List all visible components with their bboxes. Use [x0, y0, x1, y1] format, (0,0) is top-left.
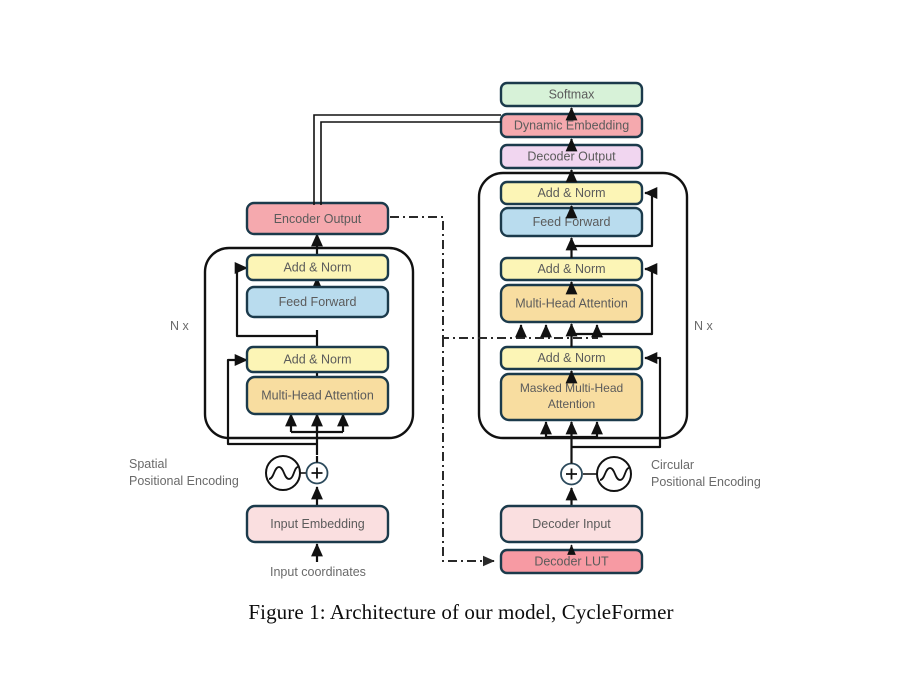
- encoder-output-to-decoder-lut-dashed: [442, 338, 495, 567]
- encoder-add-norm-top-label: Add & Norm: [283, 260, 351, 274]
- decoder-add-norm-bottom-label: Add & Norm: [537, 351, 605, 365]
- softmax-label: Softmax: [549, 87, 596, 101]
- spatial-positional-encoding-label-line2: Positional Encoding: [129, 474, 239, 488]
- encoder-repeat-label: N x: [170, 319, 190, 333]
- decoder-lut-label: Decoder LUT: [534, 554, 609, 568]
- decoder-masked-attention-label-line1: Masked Multi-Head: [520, 381, 623, 395]
- spatial-positional-encoding-icon: [265, 455, 301, 491]
- figure-container: Encoder Output Add & Norm Feed Forward A…: [0, 0, 922, 676]
- decoder-repeat-label: N x: [694, 319, 714, 333]
- spatial-positional-encoding-label-line1: Spatial: [129, 457, 167, 471]
- circular-positional-encoding-label-line1: Circular: [651, 458, 694, 472]
- decoder-output-label: Decoder Output: [527, 149, 616, 163]
- circular-positional-encoding-icon: [596, 456, 632, 492]
- architecture-diagram: Encoder Output Add & Norm Feed Forward A…: [129, 81, 761, 579]
- encoder-output-label: Encoder Output: [274, 212, 362, 226]
- decoder-feed-forward-label: Feed Forward: [533, 215, 611, 229]
- decoder-input-label: Decoder Input: [532, 517, 611, 531]
- dynamic-embedding-label: Dynamic Embedding: [514, 118, 629, 132]
- encoder-multi-head-attention-label: Multi-Head Attention: [261, 388, 374, 402]
- decoder-add-norm-top-label: Add & Norm: [537, 186, 605, 200]
- decoder-masked-attention-label-line2: Attention: [548, 397, 595, 411]
- decoder-add-norm-mid-label: Add & Norm: [537, 262, 605, 276]
- encoder-feed-forward-label: Feed Forward: [279, 295, 357, 309]
- input-embedding-label: Input Embedding: [270, 517, 365, 531]
- figure-caption: Figure 1: Architecture of our model, Cyc…: [248, 600, 674, 624]
- encoder-add-norm-bottom-label: Add & Norm: [283, 352, 351, 366]
- circular-positional-encoding-label-line2: Positional Encoding: [651, 475, 761, 489]
- encoder-to-dynamic-embedding-line-a: [313, 114, 501, 205]
- input-coordinates-label: Input coordinates: [270, 565, 366, 579]
- decoder-cross-attention-label: Multi-Head Attention: [515, 296, 628, 310]
- encoder-to-dynamic-embedding-line-b: [320, 121, 501, 205]
